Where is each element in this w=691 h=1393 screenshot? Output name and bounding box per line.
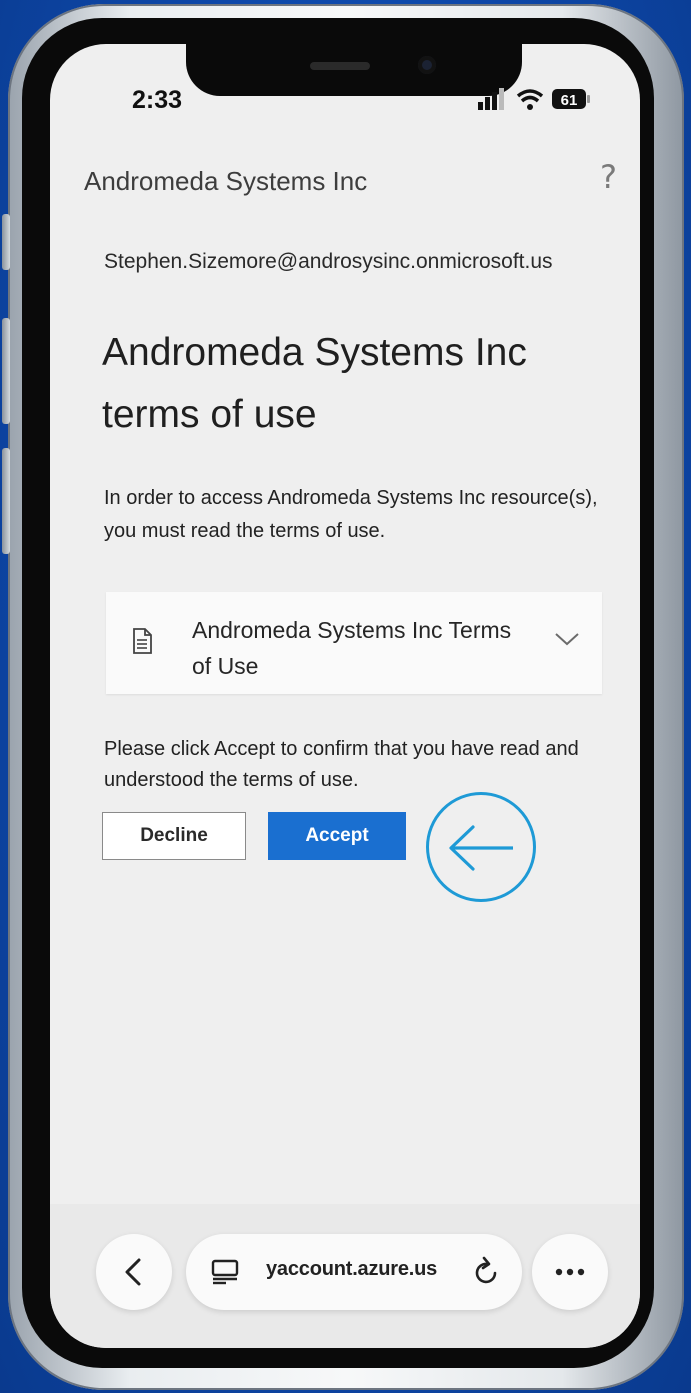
signal-icon (478, 88, 504, 110)
volume-down-button (2, 448, 10, 554)
document-icon (133, 628, 152, 654)
status-icons: 61 (478, 86, 598, 114)
arrow-left-icon (449, 825, 513, 871)
accept-button[interactable]: Accept (268, 812, 406, 860)
user-email: Stephen.Sizemore@androsysinc.onmicrosoft… (104, 250, 553, 273)
reload-icon[interactable] (472, 1256, 502, 1288)
more-icon (555, 1268, 585, 1276)
more-button[interactable] (532, 1234, 608, 1310)
app-header: Andromeda Systems Inc ? (50, 152, 640, 206)
browser-toolbar: yaccount.azure.us (50, 1204, 640, 1348)
status-time: 2:33 (132, 86, 183, 114)
terms-of-use-card[interactable]: Andromeda Systems Inc Terms of Use (106, 592, 602, 694)
battery-level: 61 (561, 92, 578, 109)
wifi-icon (516, 89, 544, 110)
page-title: Andromeda Systems Inc terms of use (102, 331, 527, 436)
volume-up-button (2, 318, 10, 424)
battery-icon: 61 (552, 89, 590, 109)
confirm-text: Please click Accept to confirm that you … (104, 738, 579, 791)
screen: 2:33 61 Andromeda Systems Inc ? Stephen.… (50, 44, 640, 1348)
help-icon[interactable]: ? (600, 158, 617, 196)
tab-icon[interactable] (210, 1256, 240, 1286)
address-bar[interactable]: yaccount.azure.us (186, 1234, 522, 1310)
back-button[interactable] (96, 1234, 172, 1310)
org-name: Andromeda Systems Inc (84, 166, 368, 196)
decline-button[interactable]: Decline (102, 812, 246, 860)
camera (418, 56, 436, 74)
terms-title: Andromeda Systems Inc Terms of Use (192, 617, 512, 679)
speaker (310, 62, 370, 70)
side-button (2, 214, 10, 270)
instructions-text: In order to access Andromeda Systems Inc… (104, 487, 598, 542)
notch (186, 44, 522, 96)
callout-circle (426, 792, 536, 902)
back-icon (125, 1258, 141, 1286)
chevron-down-icon[interactable] (554, 630, 580, 648)
status-icons-svg: 61 (478, 88, 590, 110)
url-text: yaccount.azure.us (266, 1258, 438, 1280)
